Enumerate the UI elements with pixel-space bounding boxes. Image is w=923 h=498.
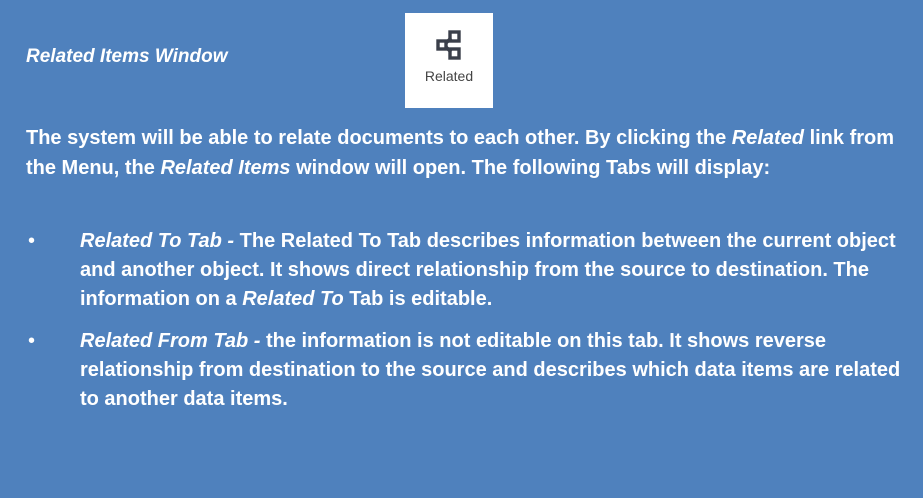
- tabs-list: • Related To Tab - The Related To Tab des…: [26, 227, 906, 427]
- related-from-term: Related From Tab -: [80, 330, 261, 352]
- page-title: Related Items Window: [26, 46, 228, 67]
- related-to-text-2: Tab is editable.: [343, 288, 493, 310]
- bullet-icon: •: [28, 330, 36, 352]
- list-item-related-to: • Related To Tab - The Related To Tab des…: [26, 227, 906, 314]
- related-icon: [436, 30, 461, 60]
- related-to-emphasis: Related To: [242, 288, 344, 310]
- intro-text-3: window will open. The following Tabs wil…: [290, 157, 771, 179]
- related-to-term: Related To Tab -: [80, 230, 235, 252]
- intro-related-items-emphasis: Related Items: [160, 157, 291, 179]
- bullet-icon: •: [28, 230, 36, 252]
- intro-related-emphasis: Related: [731, 127, 805, 149]
- list-item-related-from: • Related From Tab - the information is n…: [26, 327, 906, 414]
- related-button[interactable]: Related: [405, 13, 493, 108]
- intro-paragraph: The system will be able to relate docume…: [26, 123, 906, 183]
- intro-text-1: The system will be able to relate docume…: [26, 127, 732, 149]
- related-button-label: Related: [424, 68, 474, 84]
